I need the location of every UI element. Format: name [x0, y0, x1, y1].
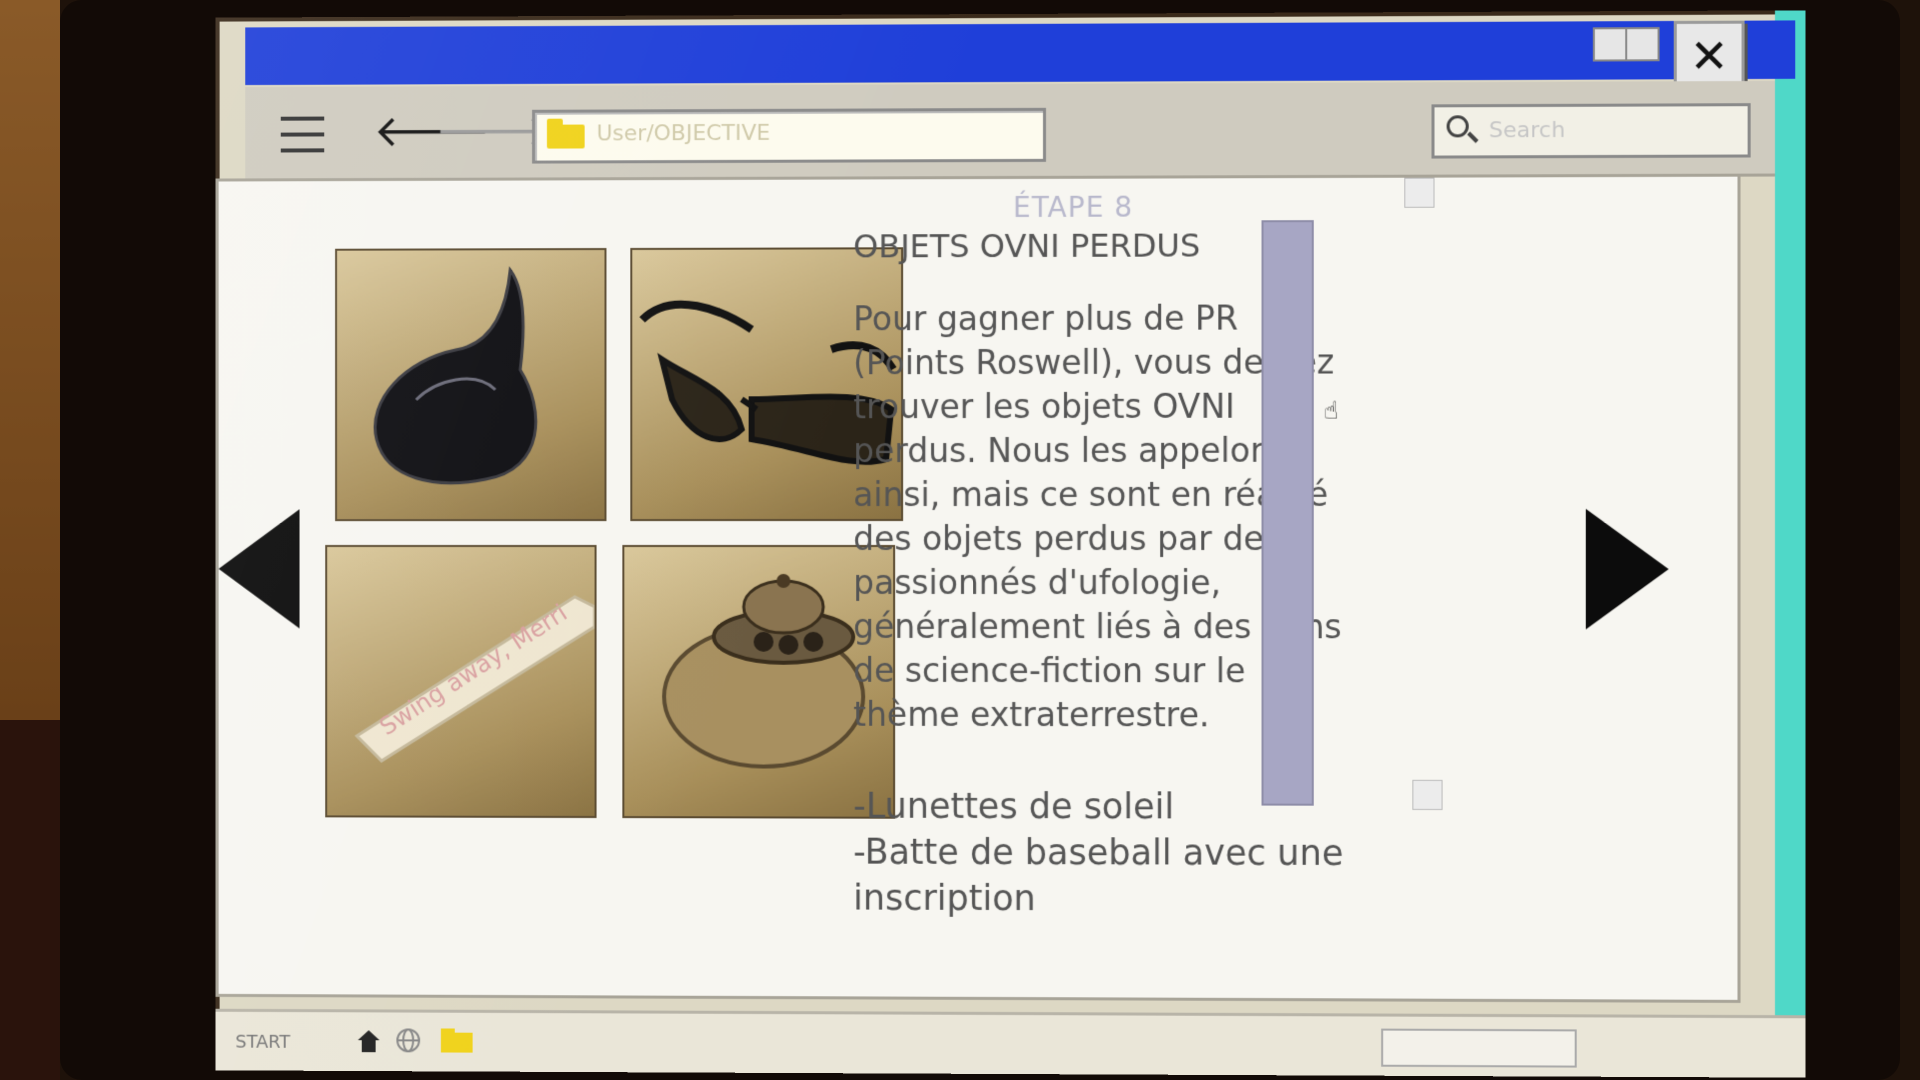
hamburger-icon-line: [280, 132, 325, 137]
desktop-background: [1774, 10, 1806, 1018]
folder-icon: [546, 124, 585, 149]
objects-image-grid: Swing away, Merri: [327, 249, 903, 818]
step-label: ÉTAPE 8: [1012, 190, 1134, 224]
start-button[interactable]: START: [235, 1032, 290, 1053]
search-icon: [1446, 115, 1469, 138]
hamburger-icon-line: [280, 116, 325, 121]
text-scrollbar[interactable]: [1261, 220, 1314, 806]
hamburger-icon-line: [280, 148, 325, 153]
search-input[interactable]: [1486, 112, 1734, 148]
section-heading: OBJETS OVNI PERDUS: [853, 226, 1201, 266]
hat-icon: [337, 250, 604, 519]
maximize-button[interactable]: [1625, 27, 1660, 62]
monitor-screen: ✕ 🡐 🡒 User/OBJECTIVE Search Swing away, …: [215, 10, 1806, 1078]
close-icon: ✕: [1689, 28, 1729, 84]
search-box[interactable]: [1431, 103, 1751, 159]
room-wall-lower: [0, 720, 60, 1080]
folder-icon[interactable]: [439, 1027, 473, 1055]
scroll-down-button[interactable]: [1412, 779, 1443, 811]
taskbar: START: [215, 1008, 1806, 1078]
monitor-bezel: ✕ 🡐 🡒 User/OBJECTIVE Search Swing away, …: [60, 0, 1900, 1080]
address-bar[interactable]: User/OBJECTIVE: [532, 107, 1047, 164]
bat-inscription: Swing away, Merri: [375, 599, 573, 741]
hat-image: [337, 250, 605, 520]
home-icon[interactable]: [354, 1026, 384, 1054]
scroll-up-button[interactable]: [1404, 177, 1435, 208]
window-titlebar[interactable]: [245, 20, 1796, 86]
room-wall: [0, 0, 60, 720]
globe-icon[interactable]: [393, 1026, 423, 1054]
minimize-button[interactable]: [1592, 27, 1628, 62]
hamburger-menu-button[interactable]: [275, 109, 330, 161]
pointer-hand-icon: ☝: [1323, 396, 1339, 425]
list-item: -Batte de baseball avec une: [853, 832, 1344, 874]
list-item: inscription: [853, 878, 1036, 920]
bat-icon: Swing away, Merri: [327, 547, 595, 816]
list-item: -Lunettes de soleil: [853, 786, 1175, 828]
document-window: Swing away, Merri ÉTAPE 8 OBJETS OVNI PE…: [215, 173, 1741, 1003]
address-path: User/OBJECTIVE: [596, 120, 771, 147]
taskbar-tray: [1381, 1028, 1577, 1068]
previous-page-arrow-icon[interactable]: [218, 509, 300, 629]
baseball-bat-image: Swing away, Merri: [327, 546, 595, 817]
next-page-arrow-icon[interactable]: [1585, 508, 1669, 630]
toolbar: 🡐 🡒 User/OBJECTIVE: [245, 80, 1775, 182]
